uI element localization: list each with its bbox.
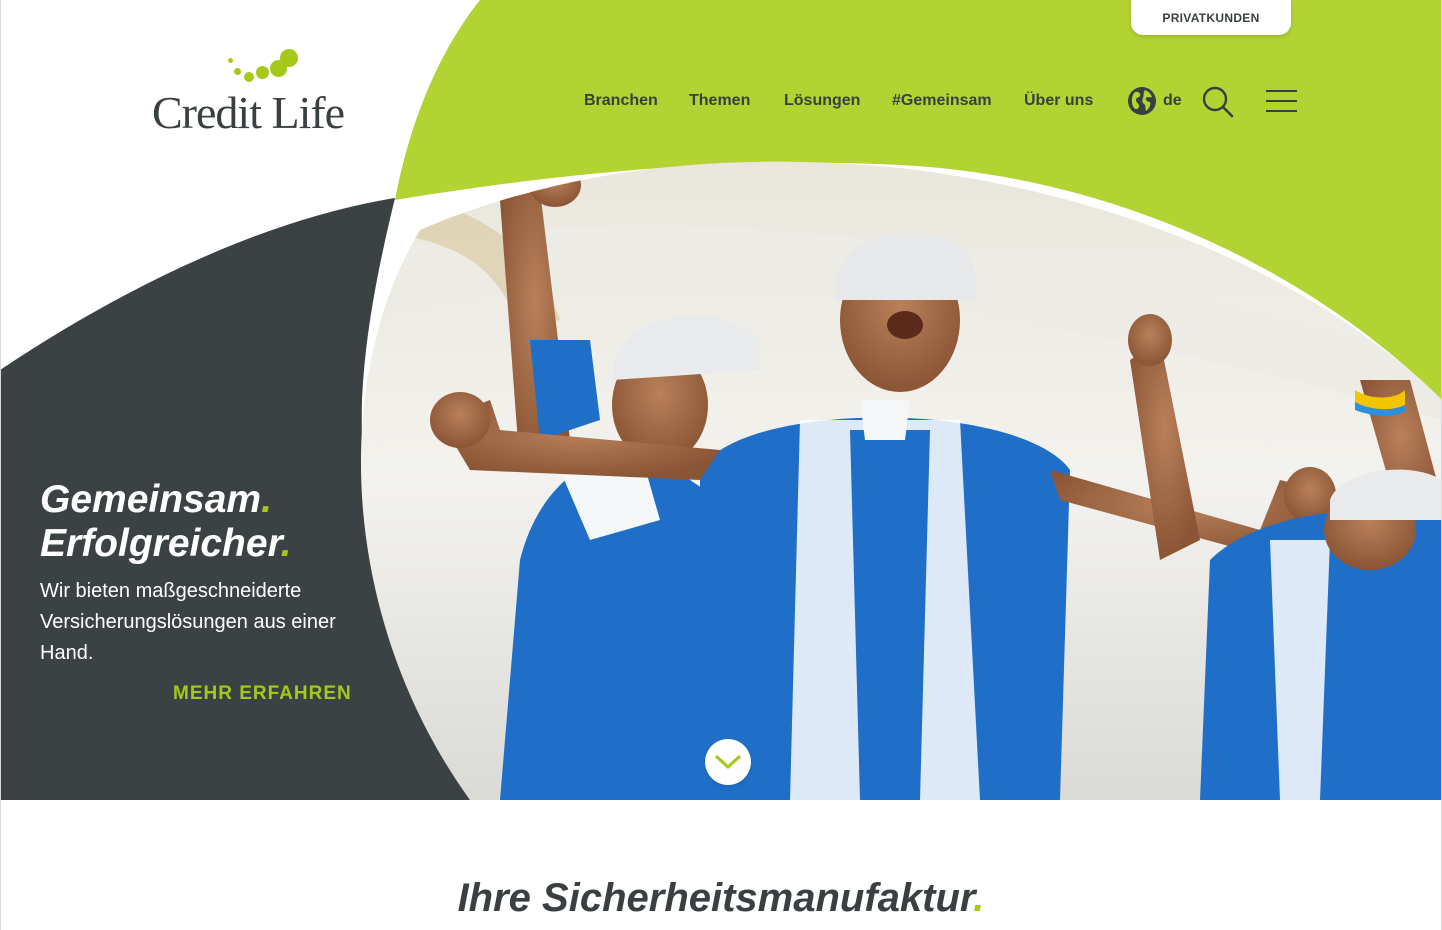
privatkunden-tab[interactable]: PRIVATKUNDEN: [1131, 0, 1291, 35]
section-title-text: Ihre Sicherheitsmanufaktur: [457, 876, 974, 920]
search-icon: [1202, 86, 1234, 118]
nav-item-loesungen[interactable]: Lösungen: [784, 92, 860, 110]
hero-title: Gemeinsam. Erfolgreicher.: [40, 478, 291, 566]
menu-line: [1266, 100, 1297, 102]
menu-line: [1266, 110, 1297, 112]
hero-subtitle: Wir bieten maßgeschneiderte Versicherung…: [40, 580, 336, 664]
logo-dot-4: [256, 66, 269, 79]
scroll-down-button[interactable]: [705, 739, 751, 785]
nav-item-gemeinsam[interactable]: #Gemeinsam: [892, 92, 992, 110]
hamburger-menu-button[interactable]: [1266, 90, 1298, 114]
mehr-erfahren-link[interactable]: MEHR ERFAHREN: [173, 683, 352, 705]
logo-dot-6: [280, 49, 298, 67]
title-dot: .: [280, 522, 292, 565]
language-label: de: [1163, 92, 1182, 109]
hero-title-line1: Gemeinsam: [40, 478, 262, 521]
nav-item-ueber-uns[interactable]: Über uns: [1024, 92, 1093, 110]
chevron-down-icon: [715, 755, 741, 769]
section-title: Ihre Sicherheitsmanufaktur.: [0, 876, 1442, 921]
menu-line: [1266, 90, 1297, 92]
globe-icon: [1128, 87, 1156, 115]
logo-dot-1: [228, 58, 233, 63]
hero-title-line2: Erfolgreicher: [40, 522, 281, 565]
title-dot: .: [261, 478, 272, 521]
credit-life-logo[interactable]: Credit Life: [152, 48, 352, 138]
logo-dot-3: [244, 72, 254, 82]
title-dot: .: [973, 876, 985, 920]
logo-text: Credit Life: [152, 87, 345, 138]
language-switcher[interactable]: de: [1127, 86, 1182, 116]
nav-item-themen[interactable]: Themen: [689, 92, 750, 110]
logo-dot-2: [234, 68, 241, 75]
search-button[interactable]: [1201, 85, 1235, 119]
nav-item-branchen[interactable]: Branchen: [584, 92, 658, 110]
